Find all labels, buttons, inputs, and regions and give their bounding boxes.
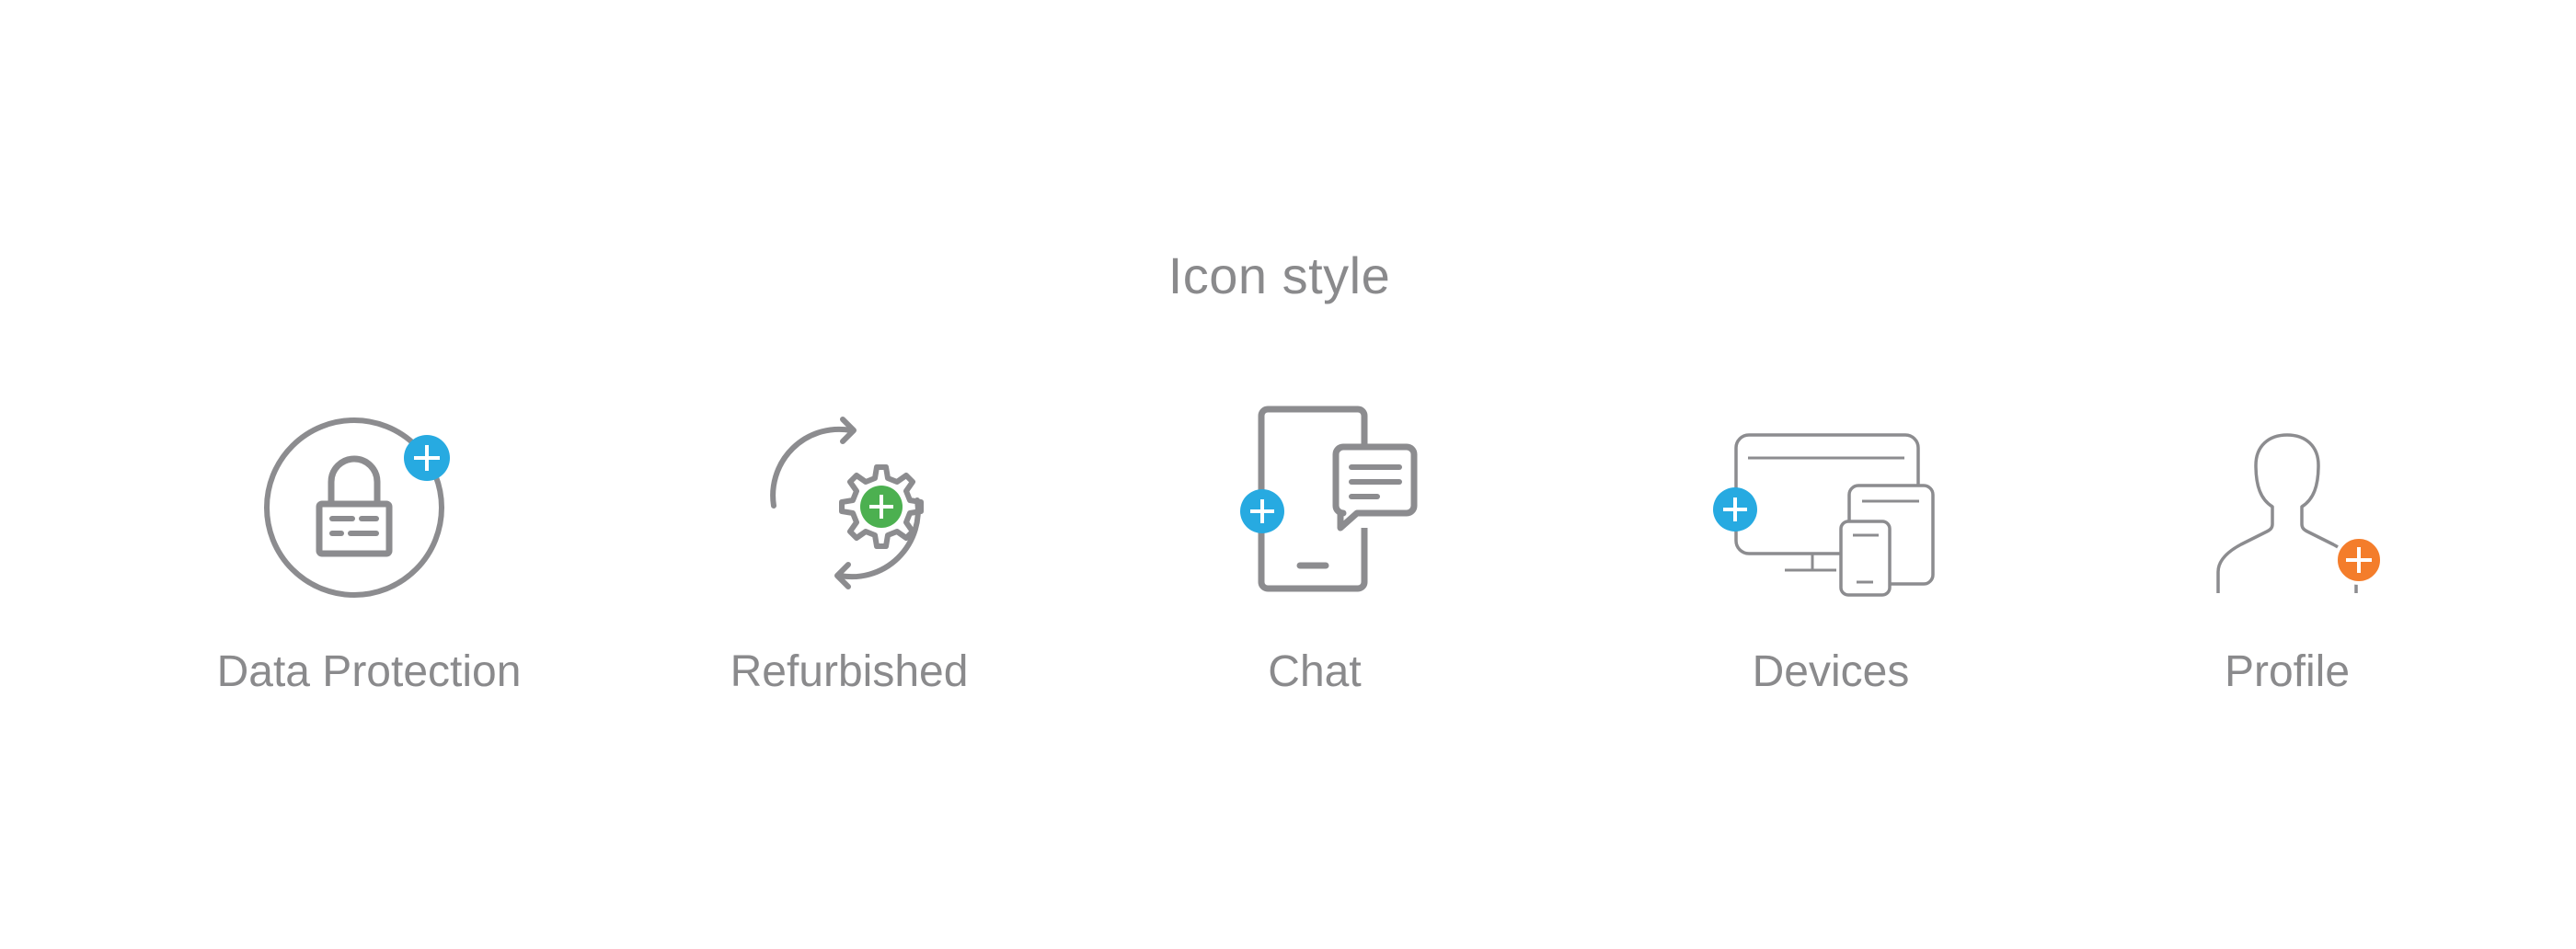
- plus-badge-orange: [2334, 535, 2384, 585]
- phone-icon: [1839, 520, 1892, 597]
- icon-item-refurbished: Refurbished: [656, 405, 1042, 736]
- plus-badge-green: [860, 486, 903, 528]
- devices-icon: [1713, 433, 1935, 597]
- icon-label-data-protection: Data Protection: [216, 647, 522, 696]
- icon-label-profile: Profile: [2224, 647, 2351, 696]
- plus-badge-blue: [404, 435, 450, 481]
- icon-item-data-protection: Data Protection: [176, 405, 562, 736]
- chat-bubble-icon: [1332, 443, 1418, 532]
- plus-badge-blue: [1240, 489, 1284, 533]
- icon-label-chat: Chat: [1268, 647, 1362, 696]
- icon-label-devices: Devices: [1752, 647, 1910, 696]
- icon-item-chat: Chat: [1121, 405, 1508, 736]
- gear-refresh-icon: [770, 417, 924, 589]
- lock-icon: [264, 417, 450, 598]
- phone-chat-icon: [1240, 406, 1418, 592]
- icon-item-devices: Devices: [1638, 405, 2024, 736]
- icon-label-refurbished: Refurbished: [730, 647, 969, 696]
- profile-icon: [2216, 433, 2384, 593]
- page-title: Icon style: [1167, 246, 1391, 304]
- plus-badge-blue: [1713, 487, 1757, 532]
- icon-item-profile: Profile: [2094, 405, 2480, 736]
